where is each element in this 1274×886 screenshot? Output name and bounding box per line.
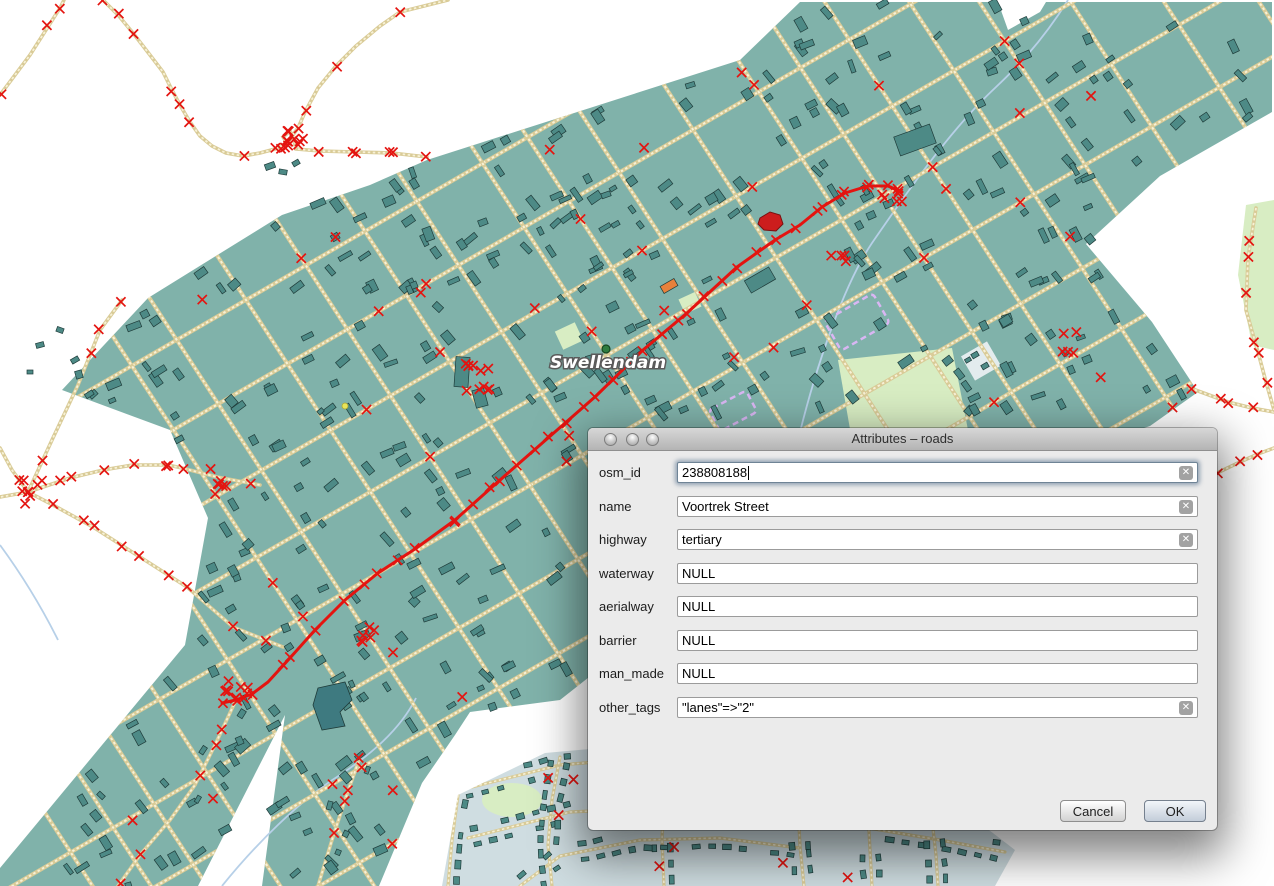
dialog-titlebar[interactable]: Attributes – roads bbox=[588, 428, 1217, 451]
field-row-aerialway: aerialway NULL bbox=[588, 596, 1217, 617]
minimize-button[interactable] bbox=[626, 433, 639, 446]
field-value: NULL bbox=[682, 599, 715, 614]
field-label: other_tags bbox=[599, 697, 660, 718]
town-marker-icon bbox=[602, 345, 610, 353]
field-value: NULL bbox=[682, 566, 715, 581]
field-row-barrier: barrier NULL bbox=[588, 630, 1217, 651]
field-label: highway bbox=[599, 529, 647, 550]
field-label: osm_id bbox=[599, 462, 641, 483]
text-caret bbox=[748, 466, 749, 480]
field-value: Voortrek Street bbox=[682, 499, 769, 514]
field-input-other_tags[interactable]: "lanes"=>"2" ✕ bbox=[677, 697, 1198, 718]
field-input-aerialway[interactable]: NULL bbox=[677, 596, 1198, 617]
field-row-man_made: man_made NULL bbox=[588, 663, 1217, 684]
dialog-title: Attributes – roads bbox=[588, 428, 1217, 450]
zoom-button[interactable] bbox=[646, 433, 659, 446]
attributes-dialog: Attributes – roads osm_id 238808188 ✕ name V… bbox=[588, 428, 1217, 830]
field-value: NULL bbox=[682, 666, 715, 681]
map-place-label: Swellendam bbox=[550, 353, 666, 373]
field-value: 238808188 bbox=[682, 465, 747, 480]
clear-field-icon[interactable]: ✕ bbox=[1179, 500, 1193, 514]
field-input-osm_id[interactable]: 238808188 ✕ bbox=[677, 462, 1198, 483]
clear-field-icon[interactable]: ✕ bbox=[1179, 466, 1193, 480]
field-value: tertiary bbox=[682, 532, 722, 547]
field-label: barrier bbox=[599, 630, 637, 651]
field-row-waterway: waterway NULL bbox=[588, 563, 1217, 584]
field-row-highway: highway tertiary ✕ bbox=[588, 529, 1217, 550]
field-input-highway[interactable]: tertiary ✕ bbox=[677, 529, 1198, 550]
field-row-osm_id: osm_id 238808188 ✕ bbox=[588, 462, 1217, 483]
field-label: man_made bbox=[599, 663, 664, 684]
field-label: waterway bbox=[599, 563, 654, 584]
field-value: NULL bbox=[682, 633, 715, 648]
field-input-name[interactable]: Voortrek Street ✕ bbox=[677, 496, 1198, 517]
field-input-barrier[interactable]: NULL bbox=[677, 630, 1198, 651]
close-button[interactable] bbox=[604, 433, 617, 446]
field-input-waterway[interactable]: NULL bbox=[677, 563, 1198, 584]
field-input-man_made[interactable]: NULL bbox=[677, 663, 1198, 684]
field-value: "lanes"=>"2" bbox=[682, 700, 754, 715]
clear-field-icon[interactable]: ✕ bbox=[1179, 533, 1193, 547]
field-row-other_tags: other_tags "lanes"=>"2" ✕ bbox=[588, 697, 1217, 718]
cancel-button[interactable]: Cancel bbox=[1060, 800, 1126, 822]
ok-button[interactable]: OK bbox=[1144, 800, 1206, 822]
field-label: aerialway bbox=[599, 596, 654, 617]
field-label: name bbox=[599, 496, 632, 517]
poi-dot-yellow bbox=[342, 403, 348, 409]
clear-field-icon[interactable]: ✕ bbox=[1179, 701, 1193, 715]
field-row-name: name Voortrek Street ✕ bbox=[588, 496, 1217, 517]
